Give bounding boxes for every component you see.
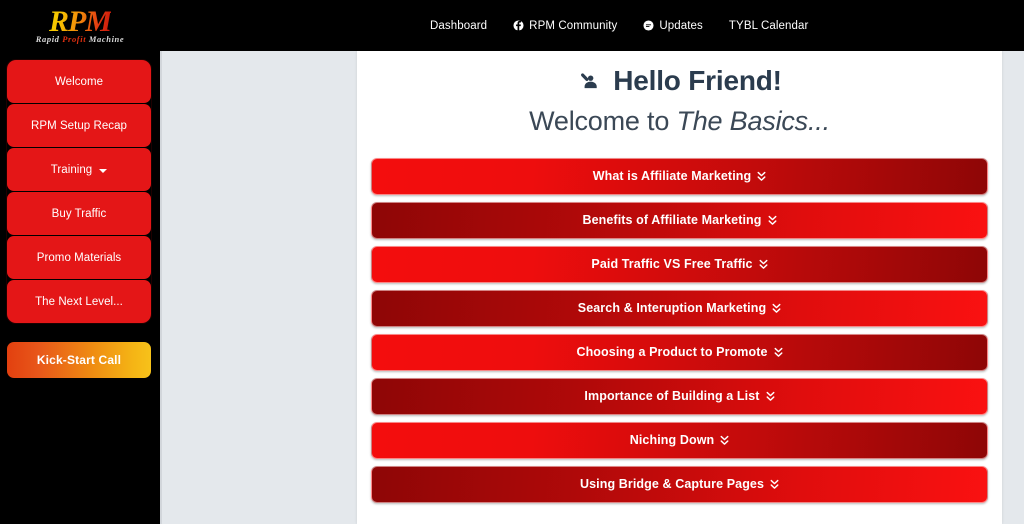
- logo-tagline-accent: Profit: [62, 34, 87, 45]
- accordion-label: Importance of Building a List: [584, 389, 760, 404]
- accordion-label: Choosing a Product to Promote: [576, 345, 768, 360]
- chevron-double-down-icon: [774, 347, 783, 358]
- sidebar-item-training[interactable]: Training: [7, 148, 151, 191]
- nav-label-rpm-community: RPM Community: [529, 19, 618, 32]
- accordion-item-niching-down[interactable]: Niching Down: [371, 421, 988, 459]
- left-sidebar: Welcome RPM Setup Recap Training Buy Tra…: [0, 51, 158, 524]
- chevron-double-down-icon: [757, 171, 766, 182]
- sidebar-label-the-next-level: The Next Level...: [35, 295, 123, 308]
- accordion-label: Benefits of Affiliate Marketing: [582, 213, 762, 228]
- app-root: RPM Rapid Profit Machine Dashboard RPM C…: [0, 0, 1024, 524]
- accordion-item-choosing-a-product-to-promote[interactable]: Choosing a Product to Promote: [371, 333, 988, 371]
- accordion-label: Paid Traffic VS Free Traffic: [591, 257, 753, 272]
- logo-wordmark: RPM: [48, 4, 112, 38]
- logo-tagline-suffix: Machine: [86, 34, 125, 45]
- comment-icon: [643, 20, 654, 31]
- accordion-item-paid-traffic-vs-free-traffic[interactable]: Paid Traffic VS Free Traffic: [371, 245, 988, 283]
- sidebar-label-training: Training: [50, 163, 93, 176]
- sidebar-item-welcome[interactable]: Welcome: [7, 60, 151, 103]
- nav-item-updates[interactable]: Updates: [643, 20, 703, 32]
- welcome-subheading: Welcome to The Basics...: [365, 106, 994, 137]
- logo-tagline: Rapid Profit Machine: [36, 34, 125, 44]
- chevron-double-down-icon: [772, 303, 781, 314]
- accordion-label: Search & Interuption Marketing: [577, 301, 767, 316]
- accordion-item-what-is-affiliate-marketing[interactable]: What is Affiliate Marketing: [371, 157, 988, 195]
- top-navigation: Dashboard RPM Community Updates TYBL Cal…: [430, 0, 808, 51]
- accordion-item-benefits-of-affiliate-marketing[interactable]: Benefits of Affiliate Marketing: [371, 201, 988, 239]
- accordion-label: Using Bridge & Capture Pages: [579, 477, 765, 492]
- nav-item-tybl-calendar[interactable]: TYBL Calendar: [729, 20, 809, 32]
- sidebar-label-buy-traffic: Buy Traffic: [51, 207, 107, 220]
- main-content-card: Hello Friend! Welcome to The Basics... W…: [357, 51, 1002, 524]
- accordion-label: What is Affiliate Marketing: [592, 169, 752, 184]
- nav-item-rpm-community[interactable]: RPM Community: [513, 20, 617, 32]
- sidebar-label-promo-materials: Promo Materials: [36, 251, 122, 264]
- hello-heading: Hello Friend!: [613, 65, 782, 96]
- kick-start-call-button[interactable]: Kick-Start Call: [7, 342, 151, 378]
- hello-heading-row: Hello Friend!: [365, 67, 994, 95]
- content-background: Hello Friend! Welcome to The Basics... W…: [160, 51, 1024, 524]
- chevron-down-icon: [99, 168, 108, 173]
- accordion-item-search-and-interuption-marketing[interactable]: Search & Interuption Marketing: [371, 289, 988, 327]
- sidebar-item-promo-materials[interactable]: Promo Materials: [7, 236, 151, 279]
- accordion-item-using-bridge-and-capture-pages[interactable]: Using Bridge & Capture Pages: [371, 465, 988, 503]
- accordion-list: What is Affiliate Marketing Benefits of …: [365, 157, 994, 503]
- accordion-label: Niching Down: [629, 433, 715, 448]
- person-raising-hand-icon: [577, 68, 603, 94]
- nav-label-dashboard: Dashboard: [430, 19, 488, 32]
- chevron-double-down-icon: [759, 259, 768, 270]
- chevron-double-down-icon: [766, 391, 775, 402]
- top-header-bar: RPM Rapid Profit Machine Dashboard RPM C…: [0, 0, 1024, 51]
- nav-label-tybl-calendar: TYBL Calendar: [728, 19, 809, 32]
- chevron-double-down-icon: [768, 215, 777, 226]
- sidebar-item-the-next-level[interactable]: The Next Level...: [7, 280, 151, 323]
- sidebar-item-rpm-setup-recap[interactable]: RPM Setup Recap: [7, 104, 151, 147]
- chevron-double-down-icon: [720, 435, 729, 446]
- sidebar-label-rpm-setup-recap: RPM Setup Recap: [31, 119, 127, 132]
- nav-item-dashboard[interactable]: Dashboard: [430, 20, 487, 32]
- welcome-emphasis: The Basics...: [676, 106, 830, 136]
- nav-label-updates: Updates: [659, 19, 703, 32]
- chevron-double-down-icon: [770, 479, 779, 490]
- sidebar-menu: Welcome RPM Setup Recap Training Buy Tra…: [7, 60, 151, 323]
- logo-tagline-prefix: Rapid: [35, 34, 63, 45]
- rpm-logo[interactable]: RPM Rapid Profit Machine: [6, 2, 154, 50]
- kick-start-call-label: Kick-Start Call: [36, 353, 122, 367]
- sidebar-label-welcome: Welcome: [54, 75, 104, 88]
- welcome-prefix: Welcome to: [529, 106, 677, 136]
- sidebar-item-buy-traffic[interactable]: Buy Traffic: [7, 192, 151, 235]
- accordion-item-importance-of-building-a-list[interactable]: Importance of Building a List: [371, 377, 988, 415]
- facebook-icon: [513, 20, 524, 31]
